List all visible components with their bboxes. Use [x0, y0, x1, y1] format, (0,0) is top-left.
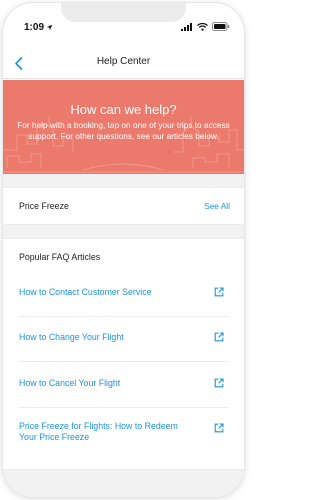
wifi-icon — [197, 22, 208, 31]
status-time-text: 1:09 — [24, 22, 45, 33]
faq-divider — [19, 407, 228, 408]
faq-item-label: How to Change Your Flight — [19, 332, 124, 342]
bottom-spacer — [3, 470, 244, 497]
faq-item-cancel-flight[interactable]: How to Cancel Your Flight — [3, 368, 244, 400]
faq-divider — [19, 361, 228, 362]
faq-section: Popular FAQ Articles How to Contact Cust… — [3, 238, 244, 470]
faq-heading: Popular FAQ Articles — [19, 252, 101, 262]
faq-item-redeem-price-freeze[interactable]: Price Freeze for Flights: How to Redeem … — [3, 414, 244, 458]
nav-bar: Help Center — [3, 47, 244, 79]
faq-item-label: How to Contact Customer Service — [19, 287, 152, 297]
section-spacer — [3, 174, 244, 187]
price-freeze-title: Price Freeze — [19, 201, 69, 211]
phone-frame: 1:09 Help Center How can we help? For he… — [3, 3, 244, 497]
faq-item-contact-customer-service[interactable]: How to Contact Customer Service — [3, 277, 244, 309]
section-spacer — [3, 225, 244, 238]
hero-title: How can we help? — [70, 102, 177, 117]
faq-item-label: Price Freeze for Flights: How to Redeem … — [19, 421, 178, 442]
price-freeze-section: Price Freeze See All — [3, 187, 244, 225]
status-time: 1:09 — [24, 22, 53, 33]
cellular-signal-icon — [181, 22, 192, 31]
faq-divider — [19, 316, 228, 317]
hero-description: For help with a booking, tap on one of y… — [17, 120, 230, 141]
external-link-icon — [214, 378, 224, 388]
faq-item-change-flight[interactable]: How to Change Your Flight — [3, 322, 244, 354]
external-link-icon — [214, 423, 224, 433]
external-link-icon — [214, 332, 224, 342]
page-title: Help Center — [96, 56, 151, 67]
status-icons — [181, 22, 230, 31]
location-arrow-icon — [46, 24, 53, 31]
battery-icon — [212, 22, 230, 31]
see-all-link[interactable]: See All — [204, 201, 230, 211]
help-hero-banner: How can we help? For help with a booking… — [3, 80, 244, 174]
device-notch — [61, 3, 186, 22]
external-link-icon — [214, 287, 224, 297]
faq-item-label: How to Cancel Your Flight — [19, 378, 121, 388]
